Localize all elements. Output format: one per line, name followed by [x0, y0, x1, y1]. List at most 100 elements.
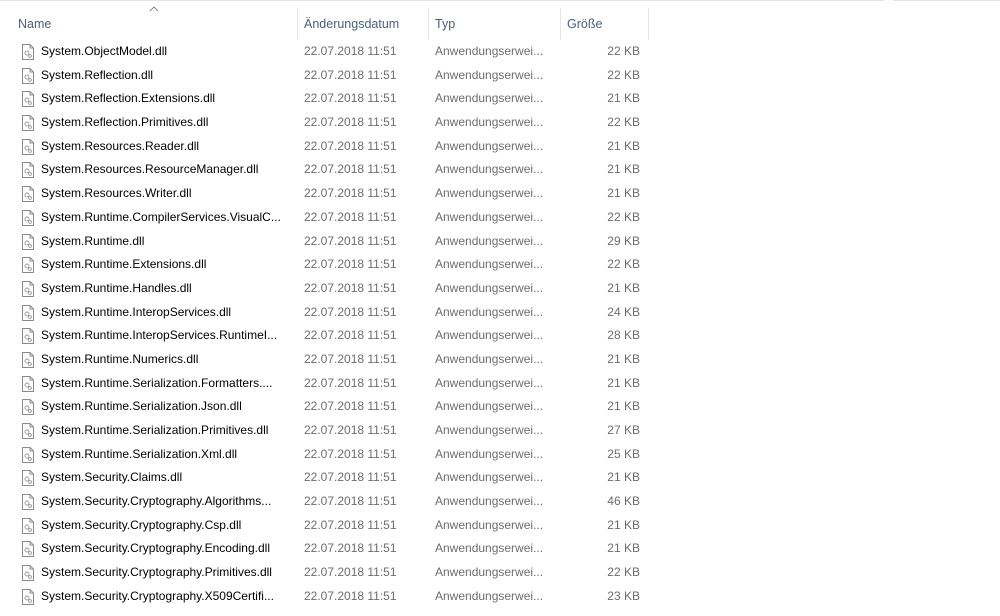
table-row[interactable]: System.Security.Claims.dll 22.07.2018 11:…	[0, 466, 1000, 490]
column-header-bar: Name Änderungsdatum Typ Größe	[0, 0, 1000, 40]
dll-file-icon	[22, 423, 34, 439]
table-row[interactable]: System.Runtime.Numerics.dll 22.07.2018 11…	[0, 348, 1000, 372]
file-date: 22.07.2018 11:51	[304, 304, 397, 319]
table-row[interactable]: System.Runtime.InteropServices.dll 22.07.…	[0, 301, 1000, 325]
table-row[interactable]: System.Security.Cryptography.X509Certifi…	[0, 585, 1000, 609]
file-date: 22.07.2018 11:51	[304, 67, 397, 82]
file-name[interactable]: System.Runtime.InteropServices.dll	[41, 301, 293, 325]
column-header-name[interactable]: Name	[12, 8, 297, 40]
file-type: Anwendungserwei...	[435, 328, 544, 343]
file-size: 25 KB	[607, 446, 640, 461]
file-size: 22 KB	[607, 115, 640, 130]
table-row[interactable]: System.Reflection.Extensions.dll 22.07.20…	[0, 87, 1000, 111]
file-type: Anwendungserwei...	[435, 138, 544, 153]
column-header-type[interactable]: Typ	[429, 8, 560, 40]
dll-file-icon	[22, 588, 34, 605]
file-size: 21 KB	[607, 375, 640, 390]
column-header-date[interactable]: Änderungsdatum	[298, 8, 428, 40]
table-row[interactable]: System.Security.Cryptography.Algorithms.…	[0, 490, 1000, 514]
column-header-size[interactable]: Größe	[561, 8, 648, 40]
file-name[interactable]: System.Security.Cryptography.Algorithms.…	[41, 490, 293, 514]
file-name[interactable]: System.Runtime.Handles.dll	[41, 277, 293, 301]
dll-file-icon	[22, 375, 34, 392]
table-row[interactable]: System.Runtime.Extensions.dll 22.07.2018 …	[0, 253, 1000, 277]
table-row[interactable]: System.Runtime.CompilerServices.VisualC.…	[0, 206, 1000, 230]
file-date: 22.07.2018 11:51	[304, 517, 397, 532]
table-row[interactable]: System.Security.Cryptography.Encoding.dl…	[0, 537, 1000, 561]
file-name[interactable]: System.Runtime.Serialization.Primitives.…	[41, 419, 293, 443]
file-name[interactable]: System.Security.Cryptography.X509Certifi…	[41, 585, 293, 609]
table-row[interactable]: System.Resources.ResourceManager.dll 22.0…	[0, 158, 1000, 182]
file-name[interactable]: System.Runtime.InteropServices.RuntimeI.…	[41, 324, 293, 348]
dll-file-icon	[22, 470, 34, 487]
dll-file-icon	[22, 209, 34, 226]
file-name[interactable]: System.Runtime.Numerics.dll	[41, 348, 293, 372]
file-date: 22.07.2018 11:51	[304, 138, 397, 153]
file-name[interactable]: System.Resources.Writer.dll	[41, 182, 293, 206]
dll-file-icon	[22, 328, 34, 345]
file-date: 22.07.2018 11:51	[304, 588, 397, 603]
table-row[interactable]: System.Runtime.Handles.dll 22.07.2018 11:…	[0, 277, 1000, 301]
file-type: Anwendungserwei...	[435, 162, 544, 177]
table-row[interactable]: System.Reflection.dll 22.07.2018 11:51 Anw…	[0, 64, 1000, 88]
file-type: Anwendungserwei...	[435, 399, 544, 414]
table-row[interactable]: System.Runtime.Serialization.Primitives.…	[0, 419, 1000, 443]
file-type: Anwendungserwei...	[435, 375, 544, 390]
file-name[interactable]: System.Security.Cryptography.Encoding.dl…	[41, 537, 293, 561]
file-name[interactable]: System.Resources.Reader.dll	[41, 135, 293, 159]
file-type: Anwendungserwei...	[435, 541, 544, 556]
table-row[interactable]: System.Runtime.InteropServices.RuntimeI.…	[0, 324, 1000, 348]
file-type: Anwendungserwei...	[435, 517, 544, 532]
file-name[interactable]: System.Runtime.Serialization.Json.dll	[41, 395, 293, 419]
table-row[interactable]: System.ObjectModel.dll 22.07.2018 11:51 An…	[0, 40, 1000, 64]
file-size: 21 KB	[607, 517, 640, 532]
table-row[interactable]: System.Runtime.Serialization.Xml.dll 22.0…	[0, 443, 1000, 467]
table-row[interactable]: System.Security.Cryptography.Csp.dll 22.0…	[0, 514, 1000, 538]
dll-file-icon	[22, 233, 34, 250]
file-type: Anwendungserwei...	[435, 209, 544, 224]
table-row[interactable]: System.Security.Cryptography.Primitives.…	[0, 561, 1000, 585]
file-name[interactable]: System.Security.Claims.dll	[41, 466, 293, 490]
file-name[interactable]: System.Security.Cryptography.Csp.dll	[41, 514, 293, 538]
file-size: 21 KB	[607, 280, 640, 295]
file-name[interactable]: System.Reflection.Extensions.dll	[41, 87, 293, 111]
dll-file-icon	[22, 351, 34, 368]
file-name[interactable]: System.ObjectModel.dll	[41, 40, 293, 64]
table-row[interactable]: System.Runtime.dll 22.07.2018 11:51 Anwend…	[0, 230, 1000, 254]
dll-file-icon	[22, 565, 34, 582]
dll-file-icon	[22, 399, 34, 416]
file-type: Anwendungserwei...	[435, 67, 544, 82]
dll-file-icon	[22, 304, 34, 321]
dll-file-icon	[22, 494, 34, 511]
file-name[interactable]: System.Runtime.Extensions.dll	[41, 253, 293, 277]
table-row[interactable]: System.Runtime.Serialization.Formatters.…	[0, 372, 1000, 396]
file-name[interactable]: System.Security.Cryptography.Primitives.…	[41, 561, 293, 585]
file-name[interactable]: System.Resources.ResourceManager.dll	[41, 158, 293, 182]
file-date: 22.07.2018 11:51	[304, 209, 397, 224]
dll-file-icon	[22, 67, 34, 84]
dll-file-icon	[22, 138, 34, 155]
file-type: Anwendungserwei...	[435, 304, 544, 319]
file-name[interactable]: System.Reflection.Primitives.dll	[41, 111, 293, 135]
table-row[interactable]: System.Resources.Writer.dll 22.07.2018 11…	[0, 182, 1000, 206]
file-size: 21 KB	[607, 470, 640, 485]
table-row[interactable]: System.Reflection.Primitives.dll 22.07.20…	[0, 111, 1000, 135]
file-date: 22.07.2018 11:51	[304, 280, 397, 295]
file-date: 22.07.2018 11:51	[304, 44, 397, 58]
file-name[interactable]: System.Reflection.dll	[41, 64, 293, 88]
file-name[interactable]: System.Runtime.Serialization.Xml.dll	[41, 443, 293, 467]
file-date: 22.07.2018 11:51	[304, 328, 397, 343]
file-type: Anwendungserwei...	[435, 257, 544, 272]
file-date: 22.07.2018 11:51	[304, 399, 397, 414]
table-row[interactable]: System.Resources.Reader.dll 22.07.2018 11…	[0, 135, 1000, 159]
file-name[interactable]: System.Runtime.CompilerServices.VisualC.…	[41, 206, 293, 230]
dll-file-icon	[22, 162, 34, 179]
file-name[interactable]: System.Runtime.Serialization.Formatters.…	[41, 372, 293, 396]
file-size: 21 KB	[607, 91, 640, 106]
file-type: Anwendungserwei...	[435, 470, 544, 485]
table-row[interactable]: System.Runtime.Serialization.Json.dll 22.…	[0, 395, 1000, 419]
file-name[interactable]: System.Runtime.dll	[41, 230, 293, 254]
file-date: 22.07.2018 11:51	[304, 115, 397, 130]
file-size: 21 KB	[607, 138, 640, 153]
column-resize-handle[interactable]	[648, 8, 649, 40]
